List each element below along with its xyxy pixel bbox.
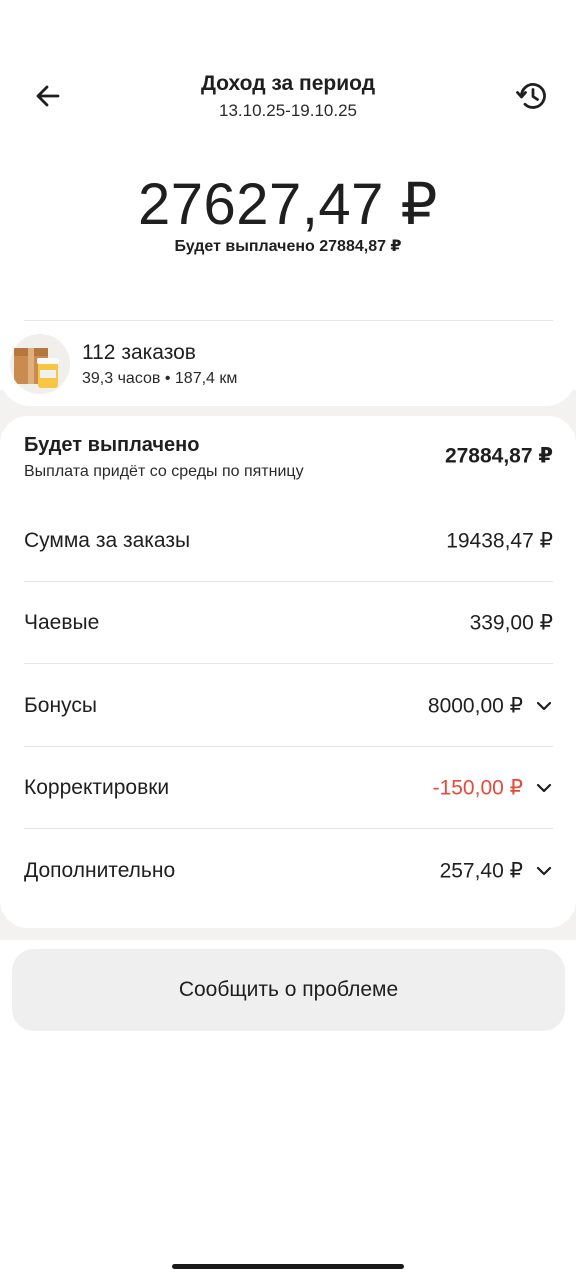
row-label: Бонусы [24,694,97,717]
chevron-down-icon[interactable] [535,862,553,880]
parcel-and-cup-icon [10,334,70,394]
row-value: 339,00 ₽ [469,611,553,635]
orders-meta: 39,3 часов • 187,4 км [82,370,238,387]
payout-schedule: Выплата придёт со среды по пятницу [24,463,304,480]
payout-row: Будет выплачено Выплата придёт со среды … [24,416,553,500]
payout-summary: Будет выплачено 27884,87 ₽ [174,238,402,255]
total-amount: 27627,47 ₽ [138,172,438,237]
payout-label: Будет выплачено [24,434,200,456]
home-indicator[interactable] [172,1264,404,1269]
divider [24,828,553,829]
header: Доход за период 13.10.25-19.10.25 [0,0,576,140]
row-value: 257,40 ₽ [439,859,523,883]
chevron-down-icon[interactable] [535,779,553,797]
report-problem-button[interactable]: Сообщить о проблеме [12,949,565,1031]
corrections-row[interactable]: Корректировки -150,00 ₽ [24,747,553,829]
orders-sum-row: Сумма за заказы 19438,47 ₽ [24,500,553,582]
divider [24,663,553,664]
orders-summary: 112 заказов 39,3 часов • 187,4 км [0,322,576,406]
row-value: 8000,00 ₽ [427,694,523,718]
row-value: -150,00 ₽ [432,776,523,800]
earnings-breakdown-card: Будет выплачено Выплата придёт со среды … [0,416,576,928]
additional-row[interactable]: Дополнительно 257,40 ₽ [24,830,553,912]
divider [24,320,553,321]
row-label: Дополнительно [24,859,176,882]
bonuses-row[interactable]: Бонусы 8000,00 ₽ [24,665,553,747]
row-label: Сумма за заказы [24,529,191,552]
history-icon [516,83,546,109]
payout-value: 27884,87 ₽ [444,444,553,468]
tips-row: Чаевые 339,00 ₽ [24,582,553,664]
page-title: Доход за период [200,72,376,95]
history-button[interactable] [510,74,554,118]
row-label: Корректировки [24,776,170,799]
chevron-down-icon[interactable] [535,697,553,715]
row-label: Чаевые [24,611,100,634]
orders-count: 112 заказов [82,341,196,364]
period-range: 13.10.25-19.10.25 [218,101,357,120]
row-value: 19438,47 ₽ [446,529,553,553]
